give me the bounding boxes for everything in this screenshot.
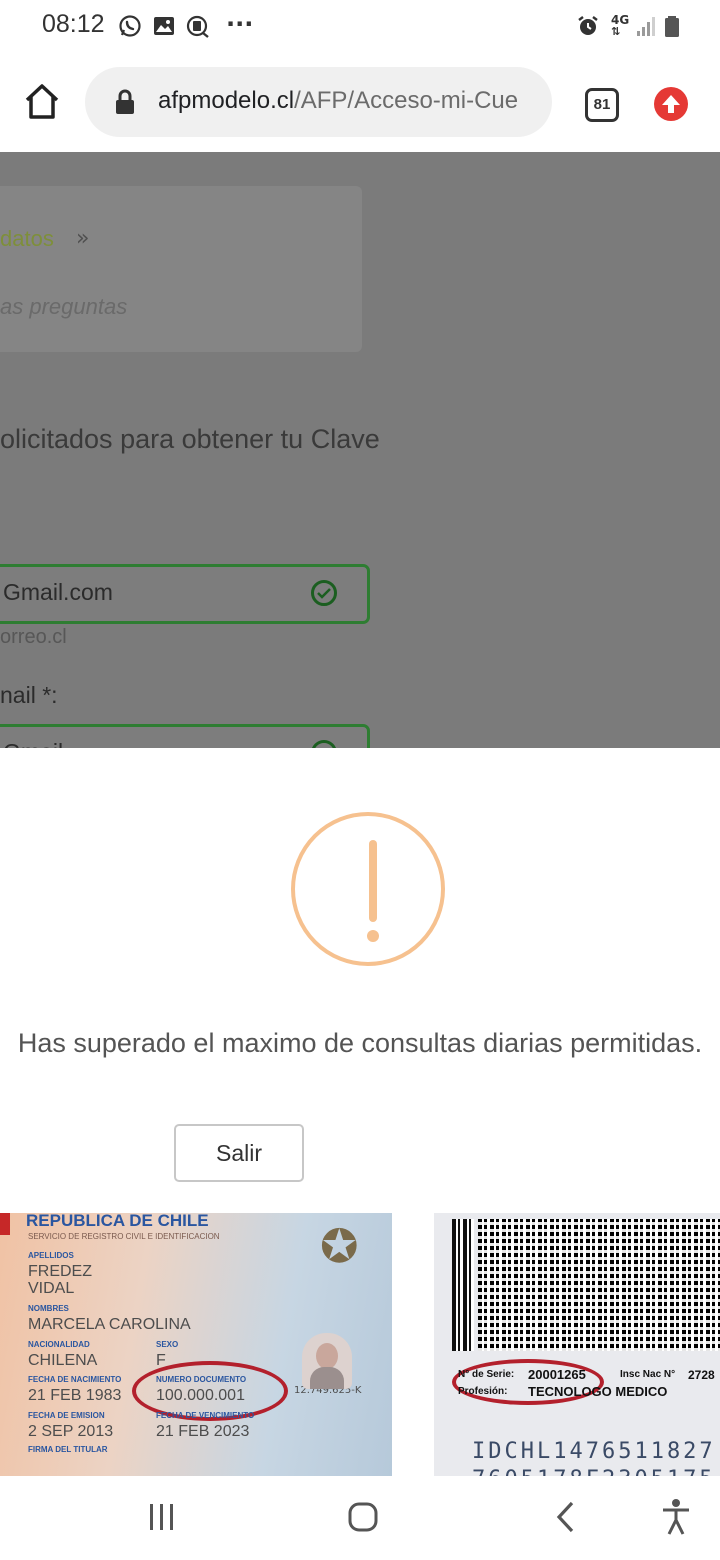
- profesion-label: Profesión:: [458, 1386, 508, 1397]
- field-label: FECHA DE EMISION: [28, 1411, 105, 1420]
- field-value: 21 FEB 2023: [156, 1423, 250, 1440]
- gallery-icon: [154, 17, 174, 35]
- whatsapp-icon: [119, 15, 141, 37]
- page-heading: olicitados para obtener tu Clave: [0, 424, 380, 454]
- home-button[interactable]: [24, 82, 60, 120]
- check-icon: [311, 740, 337, 748]
- lock-icon: [116, 89, 134, 114]
- email-field[interactable]: Gmail.com: [0, 564, 370, 624]
- insc-label: Insc Nac N°: [620, 1369, 676, 1380]
- mrz-line-2: 7605178F2305175: [472, 1467, 716, 1476]
- exit-button[interactable]: Salir: [174, 1124, 304, 1182]
- status-bar: 08:12 ··· 4G ⇅: [0, 0, 720, 52]
- breadcrumb-link[interactable]: datos: [0, 226, 54, 252]
- navigation-bar: [0, 1476, 720, 1560]
- card-subtitle: SERVICIO DE REGISTRO CIVIL E IDENTIFICAC…: [28, 1232, 220, 1241]
- photo: [302, 1333, 352, 1389]
- network-type: 4G ⇅: [611, 13, 630, 38]
- upload-icon[interactable]: [654, 87, 688, 121]
- browser-toolbar: afpmodelo.cl/AFP/Acceso-mi-Cue 81: [0, 52, 720, 153]
- field-label: FIRMA DEL TITULAR: [28, 1445, 108, 1454]
- card-title: REPUBLICA DE CHILE: [26, 1213, 209, 1230]
- pdf417-code: [478, 1219, 720, 1351]
- signal-icon: [637, 17, 655, 36]
- mrz-line-1: IDCHL1476511827: [472, 1439, 716, 1464]
- field-label: APELLIDOS: [28, 1251, 74, 1260]
- serie-value: 20001265: [528, 1367, 586, 1382]
- insc-value: 2728: [688, 1368, 715, 1382]
- field-value: FREDEZ: [28, 1263, 92, 1280]
- alert-dialog: Has superado el maximo de consultas diar…: [0, 748, 720, 1213]
- recent-apps-icon[interactable]: [146, 1502, 178, 1532]
- url-text[interactable]: afpmodelo.cl/AFP/Acceso-mi-Cue: [158, 87, 538, 115]
- accessibility-icon[interactable]: [660, 1498, 692, 1536]
- breadcrumb: datos » as preguntas: [0, 186, 362, 352]
- profesion-value: TECNOLOGO MEDICO: [528, 1384, 668, 1399]
- page-background: datos » as preguntas olicitados para obt…: [0, 152, 720, 748]
- id-card-back: N° de Serie: 20001265 Insc Nac N° 2728 P…: [434, 1213, 720, 1476]
- home-icon[interactable]: [346, 1500, 380, 1534]
- status-time: 08:12: [42, 10, 105, 38]
- breadcrumb-separator: »: [76, 226, 90, 251]
- back-icon[interactable]: [552, 1500, 580, 1534]
- field-label: FECHA DE NACIMIENTO: [28, 1375, 122, 1384]
- field-value: 21 FEB 1983: [28, 1387, 122, 1404]
- field-label: SEXO: [156, 1340, 179, 1349]
- battery-icon: [665, 16, 679, 37]
- field-value: 2 SEP 2013: [28, 1423, 114, 1440]
- notification-icon: [186, 15, 209, 38]
- alert-message: Has superado el maximo de consultas diar…: [17, 1028, 703, 1058]
- field-value: VIDAL: [28, 1280, 75, 1297]
- star-emblem-icon: ✪: [320, 1219, 359, 1273]
- field-value: CHILENA: [28, 1352, 98, 1369]
- breadcrumb-step: as preguntas: [0, 294, 128, 319]
- confirm-email-value: Gmail: [3, 739, 63, 748]
- id-card-images: REPUBLICA DE CHILE SERVICIO DE REGISTRO …: [0, 1213, 720, 1476]
- field-label: NACIONALIDAD: [28, 1340, 90, 1349]
- email-hint: orreo.cl: [0, 626, 67, 648]
- warning-icon: [291, 812, 445, 966]
- field-label: FECHA DE VENCIMIENTO: [156, 1411, 255, 1420]
- confirm-email-field[interactable]: Gmail: [0, 724, 370, 748]
- field-value: MARCELA CAROLINA: [28, 1316, 191, 1333]
- serie-label: N° de Serie:: [458, 1369, 515, 1380]
- more-notifications-icon: ···: [226, 10, 254, 38]
- tab-switcher-button[interactable]: 81: [585, 88, 619, 122]
- field-label: NOMBRES: [28, 1304, 69, 1313]
- confirm-email-label: nail *:: [0, 682, 58, 708]
- barcode: [452, 1219, 474, 1351]
- address-bar[interactable]: afpmodelo.cl/AFP/Acceso-mi-Cue: [85, 67, 552, 137]
- email-value: Gmail.com: [3, 579, 113, 605]
- id-card-front: REPUBLICA DE CHILE SERVICIO DE REGISTRO …: [0, 1213, 392, 1476]
- alarm-icon: [578, 16, 598, 35]
- check-icon: [311, 580, 337, 606]
